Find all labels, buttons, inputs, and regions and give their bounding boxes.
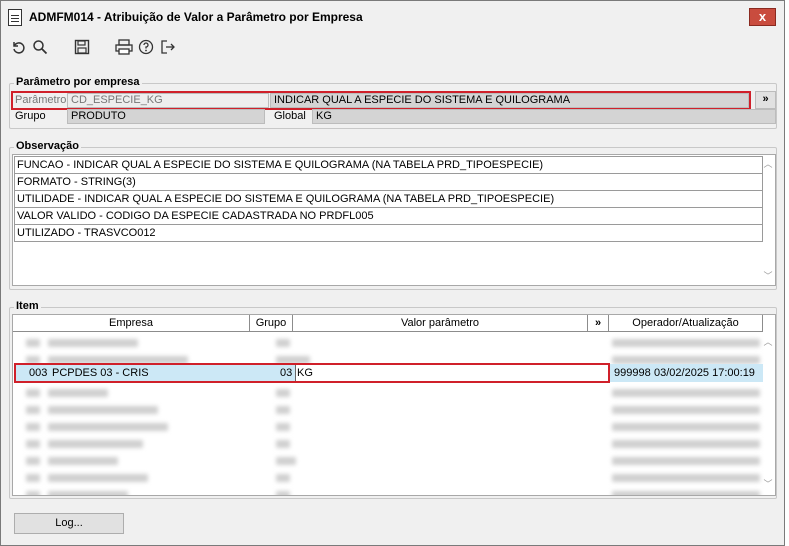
cell-empresa-name: PCPDES 03 - CRIS (52, 367, 149, 379)
param-group-label: Parâmetro por empresa (14, 76, 142, 88)
save-icon[interactable] (71, 36, 93, 58)
parametro-label: Parâmetro (15, 94, 67, 106)
item-table: Empresa Grupo Valor parâmetro » Operador… (12, 314, 776, 496)
table-row[interactable] (14, 469, 763, 487)
grupo-label: Grupo (15, 110, 46, 122)
column-header-empresa[interactable]: Empresa (13, 315, 250, 332)
global-label: Global (274, 110, 306, 122)
grupo-field: PRODUTO (67, 109, 265, 124)
cell-grupo: 03 (280, 367, 293, 379)
scroll-up-icon[interactable]: ︿ (762, 335, 774, 348)
table-row[interactable] (14, 435, 763, 453)
observation-line: FUNCAO - INDICAR QUAL A ESPECIE DO SISTE… (14, 156, 763, 174)
cell-operador: 999998 (614, 367, 651, 379)
search-icon[interactable] (29, 36, 51, 58)
expand-valor-button[interactable]: » (588, 315, 609, 332)
cell-atualizacao: 03/02/2025 17:00:19 (654, 367, 755, 379)
log-button[interactable]: Log... (14, 513, 124, 534)
scroll-down-icon[interactable]: ﹀ (762, 477, 774, 490)
help-icon[interactable] (135, 36, 157, 58)
observation-line: UTILIZADO - TRASVCO012 (14, 224, 763, 242)
close-button[interactable]: x (749, 8, 776, 26)
table-row[interactable] (14, 401, 763, 419)
table-row[interactable] (14, 334, 763, 352)
item-group-label: Item (14, 300, 41, 312)
window-title: ADMFM014 - Atribuição de Valor a Parâmet… (29, 10, 363, 24)
title-bar: ADMFM014 - Atribuição de Valor a Parâmet… (1, 1, 784, 33)
column-header-operador[interactable]: Operador/Atualização (609, 315, 763, 332)
scroll-up-icon[interactable]: ︿ (762, 157, 774, 170)
undo-icon[interactable] (7, 36, 29, 58)
table-row[interactable] (14, 384, 763, 402)
global-field[interactable]: KG (312, 109, 776, 124)
table-row[interactable] (14, 452, 763, 470)
main-window: ADMFM014 - Atribuição de Valor a Parâmet… (0, 0, 785, 546)
column-header-grupo[interactable]: Grupo (250, 315, 293, 332)
toolbar (7, 34, 179, 60)
parametro-description-field: INDICAR QUAL A ESPECIE DO SISTEMA E QUIL… (270, 93, 749, 108)
exit-icon[interactable] (157, 36, 179, 58)
scroll-down-icon[interactable]: ﹀ (762, 269, 774, 282)
column-header-valor[interactable]: Valor parâmetro (293, 315, 588, 332)
observation-group-label: Observação (14, 140, 81, 152)
observation-line: FORMATO - STRING(3) (14, 173, 763, 191)
table-row-selected[interactable]: 003 PCPDES 03 - CRIS 03 KG 999998 03/02/… (14, 364, 763, 382)
parametro-code-field[interactable]: CD_ESPECIE_KG (67, 93, 269, 108)
expand-parametro-button[interactable]: » (755, 91, 776, 109)
observation-line: UTILIDADE - INDICAR QUAL A ESPECIE DO SI… (14, 190, 763, 208)
observation-line: VALOR VALIDO - CODIGO DA ESPECIE CADASTR… (14, 207, 763, 225)
observation-list: FUNCAO - INDICAR QUAL A ESPECIE DO SISTE… (12, 154, 776, 286)
table-row[interactable] (14, 418, 763, 436)
cell-empresa-code: 003 (29, 367, 48, 379)
cell-valor-input[interactable]: KG (295, 364, 609, 382)
document-icon (8, 8, 22, 26)
table-row[interactable] (14, 486, 763, 495)
print-icon[interactable] (113, 36, 135, 58)
